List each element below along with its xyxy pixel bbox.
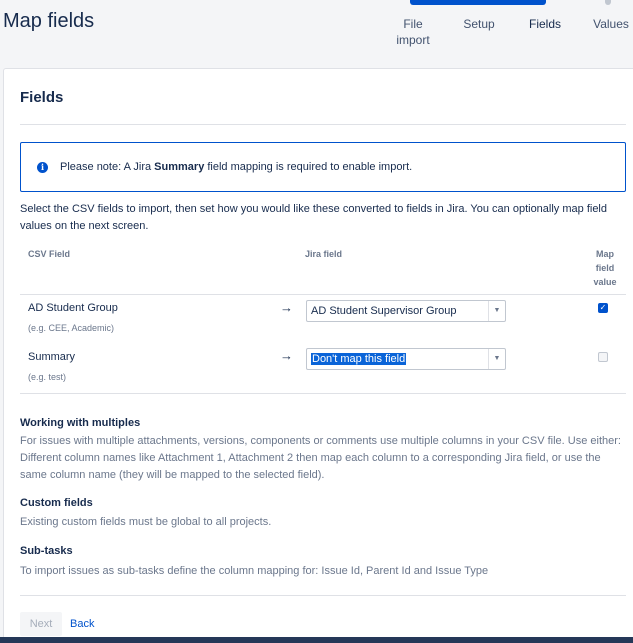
selected-value: AD Student Supervisor Group <box>311 305 457 317</box>
map-field-value-checkbox[interactable]: ✓ <box>598 303 608 313</box>
back-link[interactable]: Back <box>70 612 94 636</box>
chevron-down-icon[interactable]: ▼ <box>488 301 505 321</box>
divider <box>20 393 626 394</box>
notice-banner: i Please note: A Jira Summary field mapp… <box>20 142 626 192</box>
divider <box>20 124 626 125</box>
bottom-strip <box>0 637 633 643</box>
notice-text: Please note: A Jira Summary field mappin… <box>60 161 413 173</box>
progress-dot <box>605 0 611 5</box>
progress-bar <box>410 0 546 5</box>
selected-value: Don't map this field <box>311 353 407 365</box>
step-label: File <box>403 17 423 31</box>
help-title-sub-tasks: Sub-tasks <box>20 545 73 557</box>
csv-field-label: Summary <box>28 351 76 363</box>
fields-card: Fields i Please note: A Jira Summary fie… <box>3 68 633 643</box>
divider <box>20 294 626 295</box>
help-title-custom-fields: Custom fields <box>20 497 93 509</box>
jira-field-select[interactable]: AD Student Supervisor Group ▼ <box>306 300 506 322</box>
step-values[interactable]: Values <box>591 16 631 32</box>
step-file-import[interactable]: File import <box>392 16 434 48</box>
arrow-icon: → <box>280 348 293 363</box>
help-text-sub-tasks: To import issues as sub-tasks define the… <box>20 565 489 577</box>
help-text-custom-fields: Existing custom fields must be global to… <box>20 516 272 528</box>
csv-field-example: (e.g. CEE, Academic) <box>28 323 115 333</box>
divider <box>20 595 626 596</box>
csv-field-example: (e.g. test) <box>28 372 67 382</box>
map-field-value-checkbox[interactable] <box>598 352 608 362</box>
help-text-multiples: For issues with multiple attachments, ve… <box>20 435 621 481</box>
column-header-map: Map field value <box>593 249 617 287</box>
step-setup[interactable]: Setup <box>462 16 496 32</box>
help-title-multiples: Working with multiples <box>20 417 141 429</box>
csv-field-label: AD Student Group <box>28 302 118 314</box>
section-title: Fields <box>20 89 64 106</box>
arrow-icon: → <box>280 300 293 315</box>
description: Select the CSV fields to import, then se… <box>20 203 607 232</box>
jira-field-select[interactable]: Don't map this field ▼ <box>306 348 506 370</box>
column-header-jira: Jira field <box>305 249 343 259</box>
next-button[interactable]: Next <box>20 612 62 636</box>
chevron-down-icon[interactable]: ▼ <box>488 349 505 369</box>
info-icon: i <box>37 161 48 173</box>
step-fields[interactable]: Fields <box>527 16 563 32</box>
column-header-csv: CSV Field <box>28 249 71 259</box>
page-title: Map fields <box>3 10 95 32</box>
step-label: import <box>396 33 430 47</box>
